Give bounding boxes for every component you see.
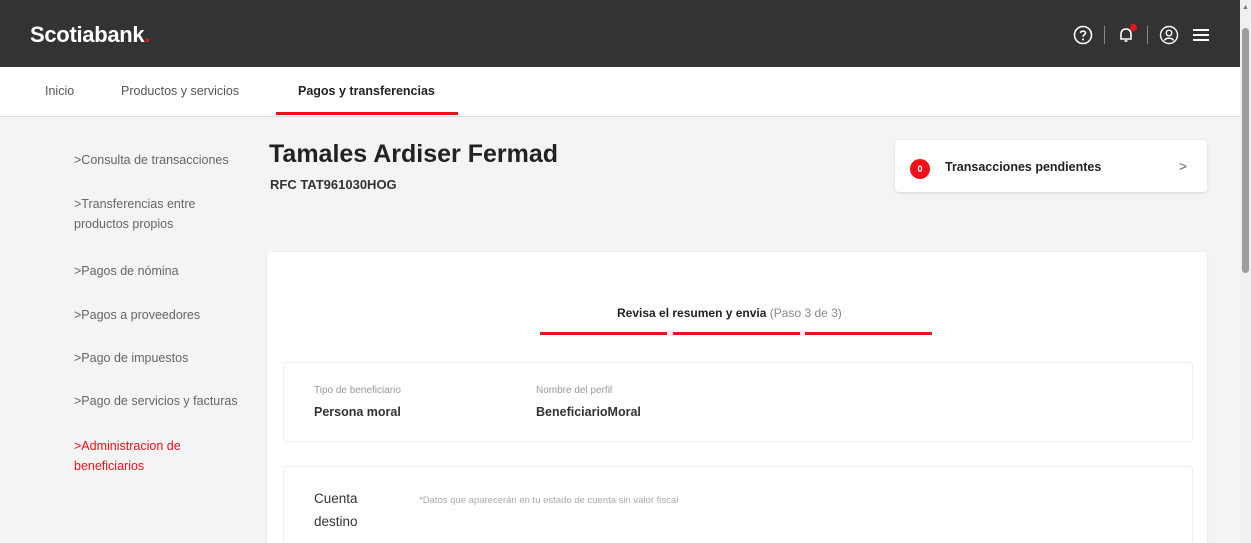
chevron-right-icon: >: [1178, 158, 1187, 174]
nombre-perfil-value: BeneficiarioMoral: [536, 405, 641, 419]
tipo-beneficiario-value: Persona moral: [314, 405, 401, 419]
separator: [1147, 26, 1148, 44]
cuenta-destino-note: *Datos que aparecerán en tu estado de cu…: [419, 495, 679, 506]
pending-transactions-card[interactable]: 0 Transacciones pendientes >: [895, 140, 1207, 192]
sidebar-item-transferencias-propios[interactable]: >Transferencias entre productos propios: [74, 194, 229, 234]
nav-active-underline: [276, 112, 458, 115]
nav-productos-servicios[interactable]: Productos y servicios: [121, 84, 239, 98]
brand-logo[interactable]: Scotiabank.: [30, 22, 150, 48]
sidebar-item-administracion-beneficiarios[interactable]: >Administracion de beneficiarios: [74, 436, 214, 476]
step-bar-2: [673, 332, 800, 335]
sidebar-item-pago-servicios-facturas[interactable]: >Pago de servicios y facturas: [74, 391, 264, 411]
step-hint: (Paso 3 de 3): [769, 306, 842, 320]
scroll-thumb[interactable]: [1242, 28, 1249, 273]
cuenta-destino-title: Cuenta destino: [314, 491, 358, 529]
menu-icon[interactable]: [1190, 24, 1212, 46]
tipo-beneficiario-label: Tipo de beneficiario: [314, 385, 401, 396]
sidebar-item-pagos-nomina[interactable]: >Pagos de nómina: [74, 261, 264, 281]
step-title-main: Revisa el resumen y envia: [617, 306, 767, 320]
nav-pagos-transferencias[interactable]: Pagos y transferencias: [298, 84, 435, 98]
separator: [1104, 26, 1105, 44]
step-bar-3: [805, 332, 932, 335]
pending-count-badge: 0: [910, 159, 930, 179]
scroll-up-icon[interactable]: ▲: [1242, 4, 1249, 11]
beneficiary-info-box: Tipo de beneficiario Persona moral Nombr…: [283, 362, 1193, 442]
pending-label: Transacciones pendientes: [945, 160, 1102, 174]
nav-inicio[interactable]: Inicio: [45, 84, 74, 98]
top-icons: [1072, 24, 1212, 46]
sidebar-item-consulta-transacciones[interactable]: >Consulta de transacciones: [74, 150, 264, 170]
rfc-label: RFC TAT961030HOG: [270, 177, 397, 192]
page-scrollbar[interactable]: ▲: [1240, 0, 1251, 543]
help-icon[interactable]: [1072, 24, 1094, 46]
notification-dot: [1130, 24, 1137, 31]
main-nav: Inicio Productos y servicios Pagos y tra…: [0, 67, 1240, 117]
summary-card: Revisa el resumen y envia (Paso 3 de 3) …: [267, 252, 1207, 543]
sidebar-item-pagos-proveedores[interactable]: >Pagos a proveedores: [74, 305, 264, 325]
page-title: Tamales Ardiser Fermad: [269, 140, 559, 168]
brand-dot: .: [144, 22, 151, 47]
sidebar-item-pago-impuestos[interactable]: >Pago de impuestos: [74, 348, 264, 368]
nombre-perfil-label: Nombre del perfil: [536, 385, 613, 396]
step-bar-1: [540, 332, 667, 335]
notifications-icon[interactable]: [1115, 24, 1137, 46]
brand-name: Scotiabank: [30, 22, 145, 47]
cuenta-destino-box: Cuenta destino *Datos que aparecerán en …: [283, 466, 1193, 543]
step-title: Revisa el resumen y envia (Paso 3 de 3): [617, 306, 842, 320]
profile-icon[interactable]: [1158, 24, 1180, 46]
top-bar: Scotiabank.: [0, 0, 1240, 67]
